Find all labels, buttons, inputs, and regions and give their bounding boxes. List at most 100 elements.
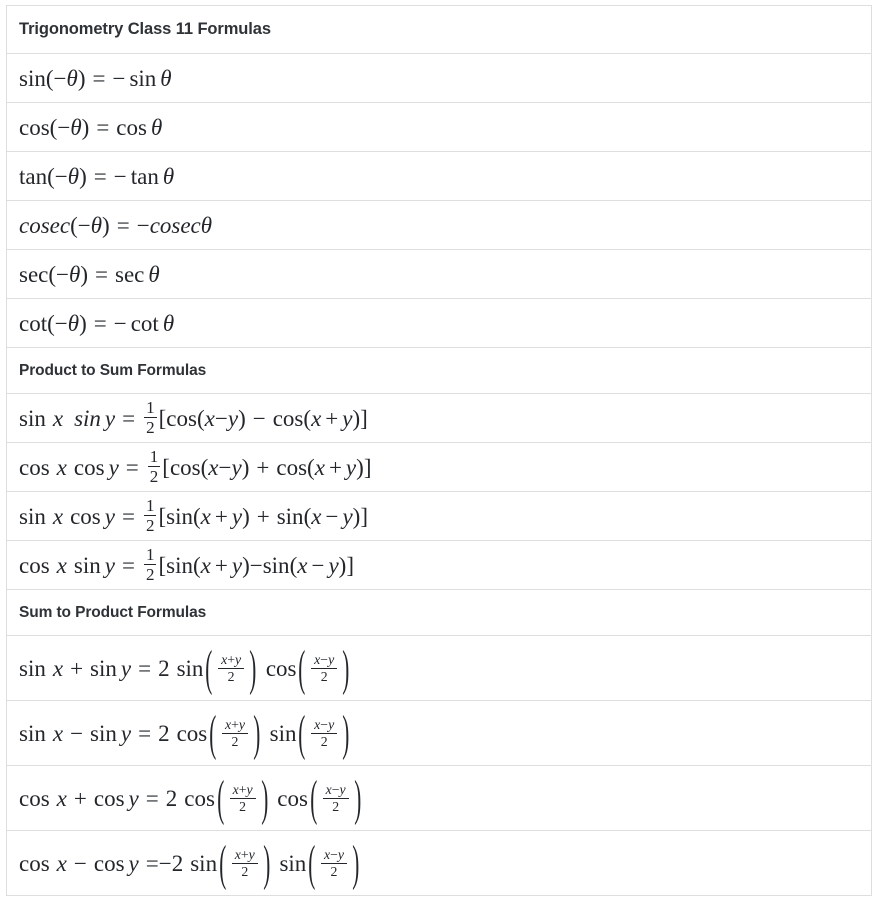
theta-symbol: θ (160, 65, 172, 91)
plus-sign: + (328, 454, 342, 480)
variable-y: y (108, 454, 119, 480)
function-name-cot: cot (130, 310, 159, 336)
equals-sign: = (92, 65, 106, 91)
minus-sign: − (56, 261, 70, 287)
fraction-numerator: x+y (218, 651, 244, 668)
function-name-sin: sin (74, 405, 101, 431)
function-name-sin: sin (279, 850, 307, 876)
minus-sign: − (252, 405, 266, 431)
fraction-x-plus-y-over-2: x+y 2 (221, 716, 248, 749)
function-name-cos: cos (116, 114, 147, 140)
fraction-denominator: 2 (320, 668, 328, 684)
formula-cos-minus-cos: cos x − cos y = −2 sin(x+y 2) sin(x−y 2) (19, 838, 871, 887)
function-name-cos: cos (73, 454, 105, 480)
table-row: cos x cos y = 1 2[cos(x − y) + cos(x + y)] (6, 442, 872, 492)
paren-right: ) (102, 212, 110, 238)
paren-left: ( (47, 163, 55, 189)
fraction-numerator: x−y (311, 651, 337, 668)
paren-right: ) (241, 454, 250, 480)
plus-sign: + (256, 454, 270, 480)
function-name-cos: cos (265, 655, 297, 681)
fraction-numerator: x+y (232, 847, 258, 863)
variable-y: y (339, 781, 346, 797)
function-name-sin: sin (190, 850, 218, 876)
paren-right: ) (238, 405, 246, 431)
variable-x: x (314, 454, 325, 480)
fraction-one-half: 12 (147, 448, 161, 485)
function-name-cos: cos (176, 720, 208, 746)
fraction-denominator: 2 (320, 733, 328, 749)
paren-right: ) (342, 641, 350, 695)
plus-sign: + (256, 503, 270, 529)
theta-symbol: θ (67, 310, 80, 336)
paren-right: ) (77, 65, 86, 91)
fraction-numerator: x−y (323, 781, 349, 798)
coefficient-two: 2 (158, 720, 170, 746)
function-name-sec: sec (115, 261, 145, 287)
variable-y: y (128, 785, 139, 811)
function-name-sin: sin (90, 655, 117, 681)
paren-left: ( (298, 706, 306, 760)
formula-cos-plus-cos: cos x + cos y = 2 cos(x+y 2) cos(x−y 2) (19, 773, 871, 822)
variable-x: x (52, 405, 64, 431)
variable-y: y (227, 405, 239, 431)
function-name-cos: cos (184, 785, 215, 811)
paren-left: ( (310, 771, 318, 825)
formula-cos-sin: cos x sin y = 1 2[sin(x + y) − sin(x − y)] (19, 546, 871, 583)
paren-right: ) (80, 261, 89, 287)
fraction-numerator: 1 (145, 496, 155, 516)
function-name-sin: sin (176, 655, 204, 681)
minus-sign: − (73, 850, 87, 876)
paren-left: ( (303, 405, 312, 431)
bracket-right: ] (360, 405, 368, 431)
function-name-sin: sin (166, 503, 193, 529)
function-name-sin: sin (129, 65, 157, 91)
table-row: sin x − sin y = 2 cos(x+y 2) sin(x−y 2) (6, 700, 872, 766)
variable-y: y (337, 846, 344, 862)
function-name-sin: sin (276, 503, 304, 529)
table-row: sin x cos y = 1 2[sin(x + y) + sin(x − y)] (6, 491, 872, 541)
fraction-denominator: 2 (145, 565, 155, 585)
plus-sign: + (238, 781, 247, 797)
function-name-sin: sin (19, 65, 46, 91)
function-name-cos: cos (19, 785, 50, 811)
paren-left: ( (209, 706, 217, 760)
fraction-denominator: 2 (146, 418, 155, 438)
theta-symbol: θ (162, 163, 175, 189)
function-name-cos: cos (93, 785, 125, 811)
formula-cell-sec-neg: sec(− θ) = sec θ (6, 249, 872, 299)
paren-left: ( (308, 836, 316, 890)
paren-left: ( (45, 65, 54, 91)
fraction-numerator: x−y (311, 717, 337, 733)
paren-right: ) (249, 641, 257, 695)
fraction-denominator: 2 (239, 798, 247, 814)
variable-x: x (208, 454, 219, 480)
minus-sign: − (57, 114, 71, 140)
formula-sec-neg: sec(− θ) = sec θ (19, 263, 871, 286)
variable-y: y (128, 850, 139, 876)
function-name-cos: cos (169, 454, 201, 480)
table-row: cos(− θ) = cos θ (6, 102, 872, 152)
function-name-sin: sin (90, 720, 117, 746)
formula-cosec-neg: cosec(− θ) = − cosec θ (19, 214, 871, 237)
formula-cos-neg: cos(− θ) = cos θ (19, 116, 871, 139)
paren-right: ) (81, 114, 90, 140)
paren-left: ( (192, 552, 201, 578)
variable-y: y (345, 454, 357, 480)
minus-sign: − (311, 552, 325, 578)
variable-y: y (238, 716, 245, 732)
paren-right: ) (353, 771, 362, 825)
plus-sign: + (227, 651, 236, 667)
formula-cell-cos-minus-cos: cos x − cos y = −2 sin(x+y 2) sin(x−y 2) (6, 830, 872, 896)
formula-cell-cot-neg: cot(− θ) = − cot θ (6, 298, 872, 348)
variable-y: y (120, 720, 132, 746)
fraction-one-half: 12 (144, 399, 157, 436)
bracket-left: [ (158, 503, 167, 529)
equals-sign: = (96, 114, 110, 140)
variable-y: y (235, 651, 242, 667)
variable-y: y (328, 651, 335, 667)
minus-sign: − (70, 720, 84, 746)
coefficient-two: 2 (158, 655, 170, 681)
minus-sign: − (112, 65, 126, 91)
formula-table-container: Trigonometry Class 11 Formulas sin(− θ) = −… (0, 0, 877, 905)
